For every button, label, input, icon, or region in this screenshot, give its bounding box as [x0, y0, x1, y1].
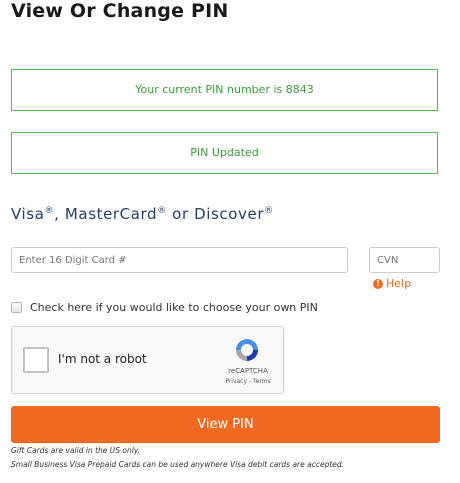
recaptcha-logo-icon — [236, 339, 258, 361]
small-business-note: Small Business Visa Prepaid Cards can be… — [11, 460, 345, 469]
recaptcha-checkbox[interactable] — [23, 347, 49, 373]
help-label: Help — [386, 277, 412, 290]
cvn-input[interactable] — [369, 247, 440, 273]
discover-label: or Discover — [166, 205, 265, 223]
view-pin-button[interactable]: View PIN — [11, 406, 440, 443]
help-link[interactable]: ! Help — [373, 277, 411, 290]
pin-updated-alert: PIN Updated — [11, 132, 438, 174]
own-pin-checkbox[interactable] — [11, 302, 22, 313]
recaptcha-widget: I'm not a robot reCAPTCHA Privacy - Term… — [11, 326, 284, 394]
registered-mark: ® — [157, 206, 167, 216]
visa-label: Visa — [11, 205, 45, 223]
own-pin-label: Check here if you would like to choose y… — [30, 301, 318, 314]
accepted-cards-heading: Visa®, MasterCard® or Discover® — [11, 205, 274, 223]
registered-mark: ® — [44, 206, 55, 216]
info-icon: ! — [373, 278, 383, 289]
recaptcha-privacy-terms[interactable]: Privacy - Terms — [218, 378, 278, 385]
card-number-input[interactable] — [11, 247, 348, 273]
own-pin-option[interactable]: Check here if you would like to choose y… — [11, 301, 318, 314]
recaptcha-brand: reCAPTCHA — [228, 367, 268, 375]
recaptcha-label: I'm not a robot — [58, 352, 147, 366]
gift-cards-note: Gift Cards are valid in the US only. — [11, 446, 141, 455]
page-title: View Or Change PIN — [11, 0, 229, 22]
registered-mark: ® — [264, 206, 274, 216]
current-pin-alert: Your current PIN number is 8843 — [11, 69, 438, 111]
mastercard-label: , MasterCard — [54, 205, 158, 223]
